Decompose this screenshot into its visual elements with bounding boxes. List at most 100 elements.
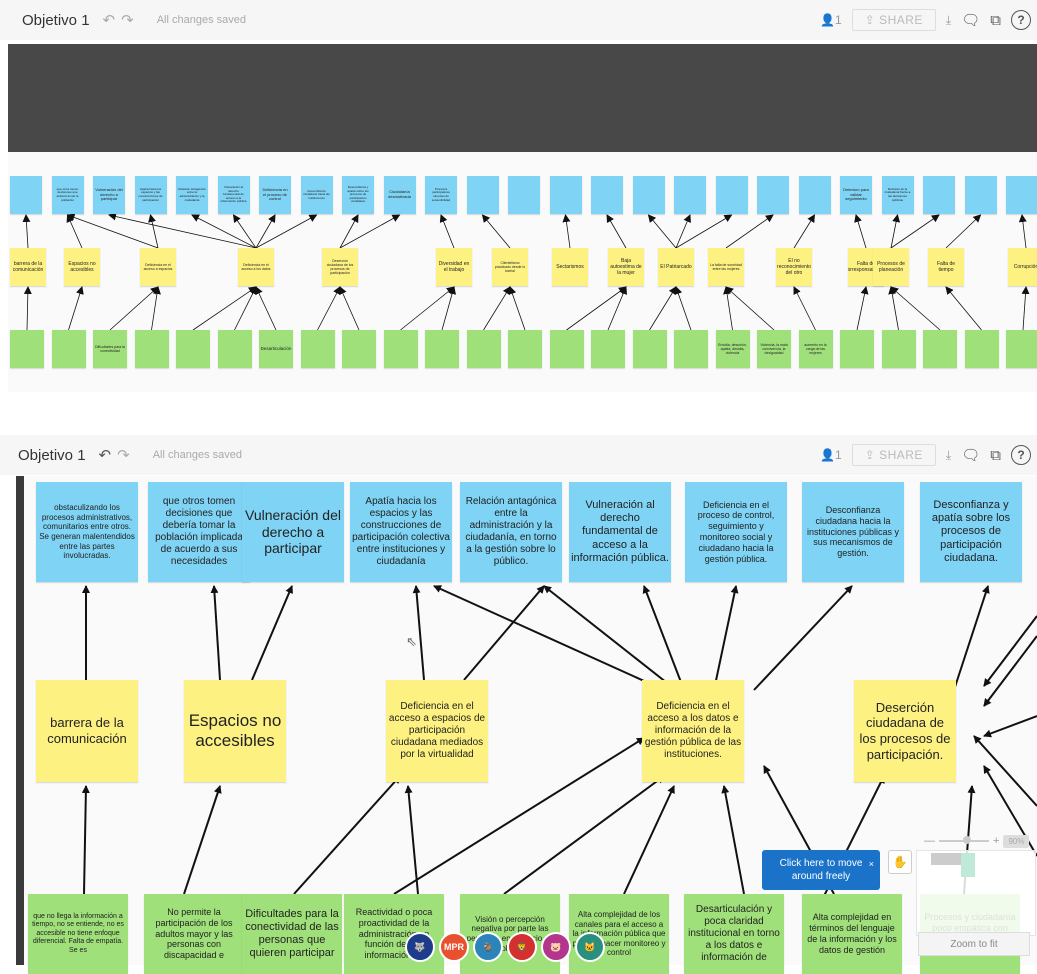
bottom-effect-note[interactable]: Apatía hacia los espacios y las construc… bbox=[350, 482, 452, 582]
top-cause-note[interactable] bbox=[10, 330, 44, 368]
top-cause-note[interactable] bbox=[176, 330, 210, 368]
zoom-in-button[interactable]: + bbox=[993, 835, 999, 847]
top-cause-note[interactable]: Envidia, desunión, apatía, desidia, viol… bbox=[715, 330, 750, 368]
document-title[interactable]: Objetivo 1 bbox=[22, 12, 90, 29]
comment-icon[interactable]: 🗨 bbox=[961, 446, 980, 464]
bottom-cause-note[interactable]: Desarticulación y poca claridad instituc… bbox=[684, 894, 784, 974]
collaborator-avatar[interactable]: 🐺 bbox=[405, 932, 435, 962]
top-problem-note[interactable]: La falta de sororidad entre las mujeres bbox=[708, 248, 744, 286]
top-effect-note[interactable]: Desconfianza y apatía sobre los procesos… bbox=[342, 176, 374, 214]
top-cause-note[interactable] bbox=[466, 330, 501, 368]
top-cause-note[interactable] bbox=[964, 330, 999, 368]
top-cause-note[interactable] bbox=[342, 330, 376, 368]
top-effect-note[interactable]: Relación antagónica entre la administrac… bbox=[176, 176, 208, 214]
undo-icon[interactable]: ↶ bbox=[99, 446, 112, 464]
top-effect-note[interactable] bbox=[508, 176, 540, 214]
bottom-problem-note[interactable]: Deserción ciudadana de los procesos de p… bbox=[854, 680, 956, 782]
top-effect-note[interactable]: Apatía hacia los espacios y las construc… bbox=[134, 176, 167, 214]
share-button[interactable]: ⇪ SHARE bbox=[851, 444, 936, 466]
top-effect-note[interactable] bbox=[923, 176, 955, 214]
top-problem-note[interactable]: Diversidad en el trabajo bbox=[436, 248, 472, 286]
top-cause-note[interactable] bbox=[217, 330, 252, 368]
top-problem-note[interactable]: Espacios no accesibles bbox=[64, 248, 100, 286]
top-effect-note[interactable] bbox=[466, 176, 499, 214]
zoom-to-fit-button[interactable]: Zoom to fit bbox=[918, 932, 1030, 956]
download-icon[interactable]: ⤓ bbox=[946, 13, 951, 28]
top-effect-note[interactable] bbox=[674, 176, 706, 214]
top-cause-note[interactable]: Desarticulación bbox=[259, 330, 293, 368]
top-problem-note[interactable]: Corrupción bbox=[1008, 248, 1037, 286]
bottom-effect-note[interactable]: Desconfianza ciudadana hacia la instituc… bbox=[802, 482, 904, 582]
top-cause-note[interactable] bbox=[508, 330, 542, 368]
top-cause-note[interactable] bbox=[881, 330, 916, 368]
top-problem-note[interactable]: El no reconocimiento del otro bbox=[776, 248, 812, 286]
top-problem-note[interactable]: Deficiencia en el acceso a los datos bbox=[238, 248, 274, 286]
top-effect-note[interactable] bbox=[1006, 176, 1037, 214]
bottom-problem-note[interactable]: Espacios no accesibles bbox=[184, 680, 286, 782]
top-cause-note[interactable] bbox=[674, 330, 708, 368]
comment-icon[interactable]: 🗨 bbox=[961, 11, 980, 29]
top-effect-note[interactable]: Deterioro para validar seguimiento bbox=[840, 176, 872, 214]
top-cause-note[interactable] bbox=[51, 330, 86, 368]
bottom-cause-note[interactable]: Dificultades para la conectividad de las… bbox=[242, 894, 342, 974]
collaborator-avatar[interactable]: 🐷 bbox=[541, 932, 571, 962]
zoom-out-button[interactable]: — bbox=[924, 835, 935, 847]
bottom-effect-note[interactable]: que otros tomen decisiones que debería t… bbox=[148, 482, 250, 582]
collaborator-avatar[interactable]: 🦁 bbox=[507, 932, 537, 962]
top-cause-note[interactable] bbox=[425, 330, 459, 368]
bottom-problem-note[interactable]: Deficiencia en el acceso a espacios de p… bbox=[386, 680, 488, 782]
bottom-cause-note[interactable]: No permite la participación de los adult… bbox=[144, 894, 244, 974]
collaborator-avatar[interactable]: 🐱 bbox=[575, 932, 605, 962]
top-problem-note[interactable]: Deserción ciudadana de los procesos de p… bbox=[322, 248, 358, 286]
top-cause-note[interactable] bbox=[1006, 330, 1037, 368]
bottom-problem-note[interactable]: Deficiencia en el acceso a los datos e i… bbox=[642, 680, 744, 782]
share-button[interactable]: ⇪ SHARE bbox=[851, 9, 936, 31]
top-effect-note[interactable] bbox=[632, 176, 665, 214]
top-problem-note[interactable]: Deficiencia en el acceso a espacios bbox=[140, 248, 176, 286]
top-cause-note[interactable] bbox=[134, 330, 169, 368]
top-effect-note[interactable] bbox=[798, 176, 831, 214]
bottom-effect-note[interactable]: Vulneración del derecho a participar bbox=[242, 482, 344, 582]
user-icon[interactable]: 👤1 bbox=[820, 448, 842, 462]
top-effect-note[interactable] bbox=[591, 176, 623, 214]
redo-icon[interactable]: ↷ bbox=[121, 11, 134, 29]
top-problem-note[interactable]: Clientelismo practicado desde lo barrial bbox=[492, 248, 528, 286]
hand-icon[interactable]: ✋ bbox=[888, 850, 912, 874]
undo-icon[interactable]: ↶ bbox=[103, 11, 116, 29]
top-effect-note[interactable]: Vulneración al derecho fundamental de ac… bbox=[217, 176, 250, 214]
search-icon[interactable]: ⧉ bbox=[990, 12, 1001, 29]
top-cause-note[interactable] bbox=[549, 330, 584, 368]
minimap-viewport[interactable] bbox=[961, 853, 975, 877]
bottom-effect-note[interactable]: obstaculizando los procesos administrati… bbox=[36, 482, 138, 582]
zoom-percent[interactable]: 90% bbox=[1003, 834, 1030, 848]
bottom-board[interactable]: obstaculizando los procesos administrati… bbox=[24, 476, 1037, 974]
top-board[interactable]: que otros tomen decisiones que debería t… bbox=[8, 152, 1037, 392]
top-cause-note[interactable] bbox=[632, 330, 667, 368]
top-problem-note[interactable]: El Patriarcado bbox=[658, 248, 694, 286]
minimap[interactable] bbox=[916, 850, 1036, 936]
top-cause-note[interactable] bbox=[300, 330, 335, 368]
top-cause-note[interactable] bbox=[923, 330, 957, 368]
top-effect-note[interactable] bbox=[10, 176, 42, 214]
top-effect-note[interactable] bbox=[549, 176, 582, 214]
top-effect-note[interactable] bbox=[964, 176, 997, 214]
download-icon[interactable]: ⤓ bbox=[946, 448, 951, 463]
top-cause-note[interactable]: Violencia, la mala convivencia, la desig… bbox=[757, 330, 791, 368]
top-effect-note[interactable]: Deficiencia en el proceso de control bbox=[259, 176, 291, 214]
bottom-cause-note[interactable]: que no llega la información a tiempo, no… bbox=[28, 894, 128, 974]
bottom-effect-note[interactable]: Vulneración al derecho fundamental de ac… bbox=[569, 482, 671, 582]
bottom-effect-note[interactable]: Relación antagónica entre la administrac… bbox=[460, 482, 562, 582]
zoom-slider-handle[interactable] bbox=[963, 836, 971, 844]
document-title[interactable]: Objetivo 1 bbox=[18, 447, 86, 464]
top-cause-note[interactable] bbox=[591, 330, 625, 368]
top-effect-note[interactable]: Vulneración del derecho a participar bbox=[93, 176, 125, 214]
top-effect-note[interactable]: que otros tomen decisiones que debería t… bbox=[51, 176, 84, 214]
top-problem-note[interactable]: Procesos de planeación bbox=[873, 248, 909, 286]
top-problem-note[interactable]: Baja autoestima de la mujer bbox=[608, 248, 644, 286]
top-cause-note[interactable] bbox=[840, 330, 874, 368]
collaborator-avatar[interactable]: 🐐 bbox=[473, 932, 503, 962]
move-freely-tooltip[interactable]: Click here to move around freely × bbox=[762, 850, 880, 890]
bottom-effect-note[interactable]: Deficiencia en el proceso de control, se… bbox=[685, 482, 787, 582]
top-effect-note[interactable] bbox=[757, 176, 789, 214]
top-cause-note[interactable] bbox=[383, 330, 418, 368]
